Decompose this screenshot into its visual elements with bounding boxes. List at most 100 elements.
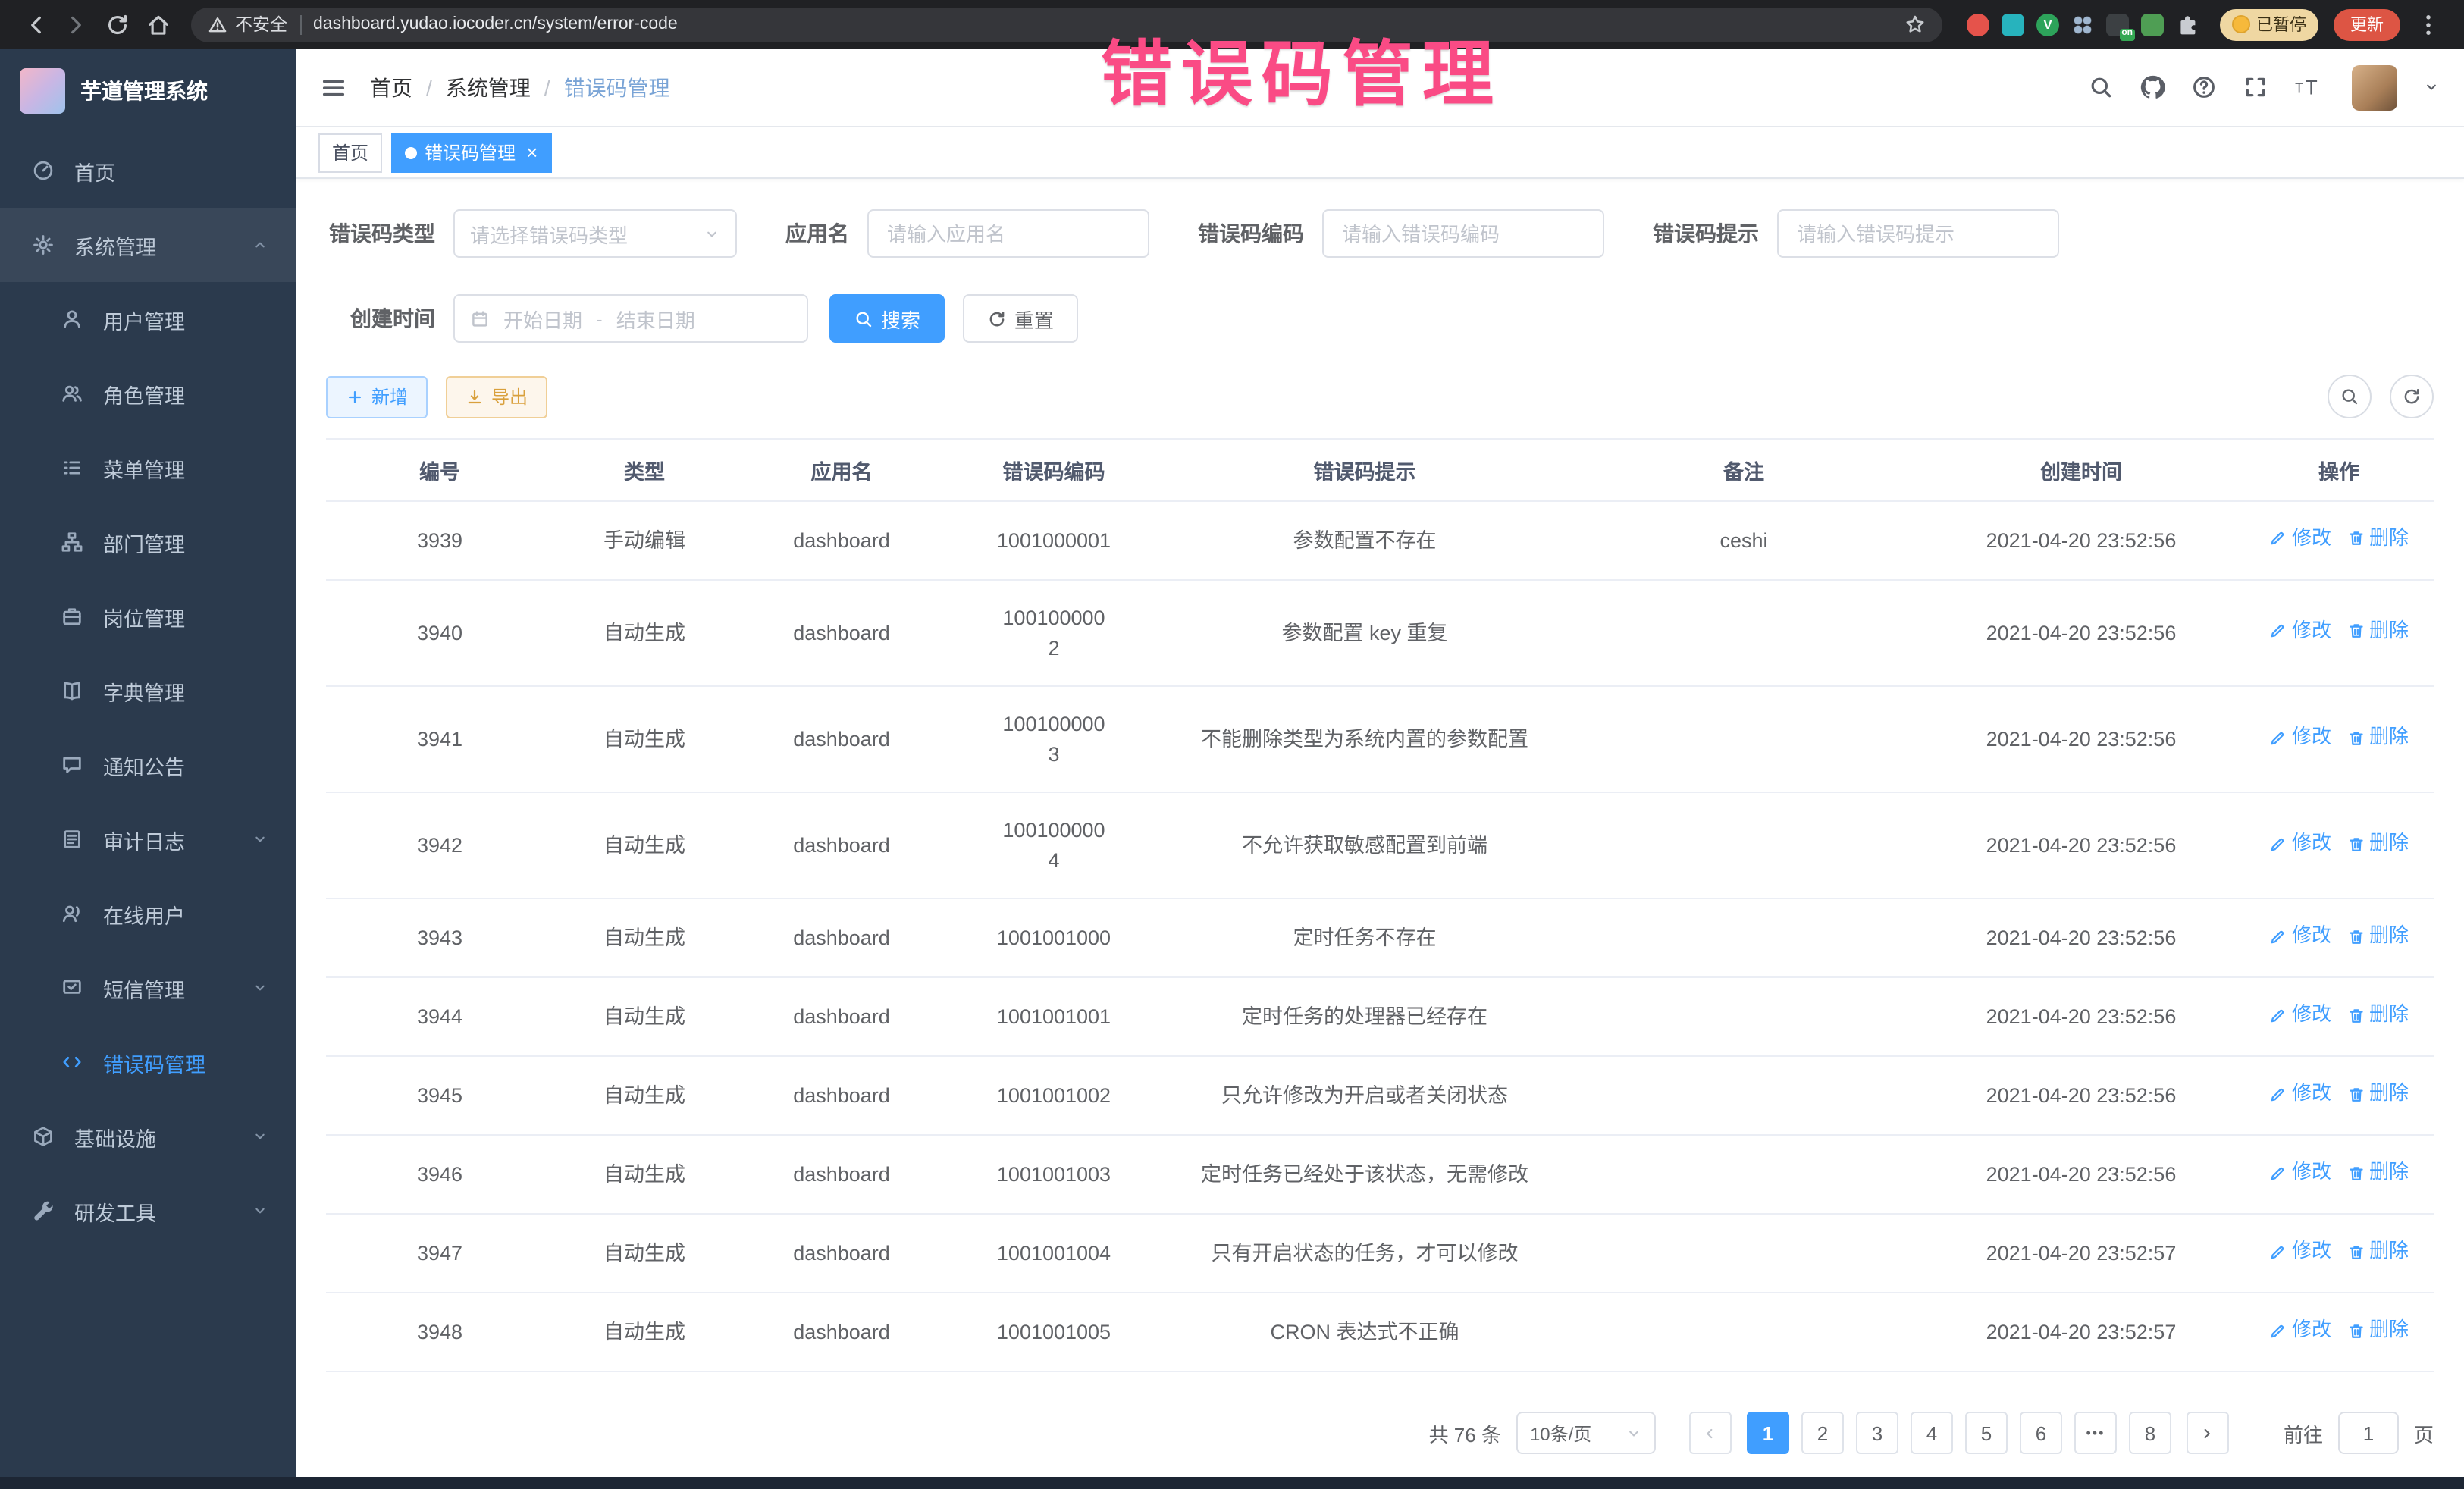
delete-link[interactable]: 删除 — [2346, 1238, 2409, 1267]
browser-forward-button[interactable] — [64, 11, 89, 37]
update-button[interactable]: 更新 — [2334, 8, 2400, 40]
browser-home-button[interactable] — [146, 11, 171, 37]
edit-link[interactable]: 修改 — [2269, 1080, 2331, 1109]
sidebar-item-dept-management[interactable]: 部门管理 — [0, 505, 296, 579]
edit-link[interactable]: 修改 — [2269, 617, 2331, 646]
edit-link[interactable]: 修改 — [2269, 525, 2331, 553]
page-button-2[interactable]: 2 — [1801, 1412, 1844, 1455]
delete-link[interactable]: 删除 — [2346, 723, 2409, 752]
user-avatar[interactable] — [2352, 64, 2397, 110]
edit-link[interactable]: 修改 — [2269, 830, 2331, 859]
prev-page-button[interactable] — [1689, 1412, 1732, 1455]
sidebar-item-post-management[interactable]: 岗位管理 — [0, 579, 296, 654]
delete-link[interactable]: 删除 — [2346, 1002, 2409, 1030]
sidebar-item-role-management[interactable]: 角色管理 — [0, 356, 296, 431]
extension-icon[interactable] — [2071, 13, 2094, 36]
font-size-icon[interactable]: TT — [2294, 74, 2320, 100]
extension-icon[interactable]: V — [2036, 13, 2059, 36]
tree-icon — [61, 531, 83, 553]
sidebar-item-notice-announcement[interactable]: 通知公告 — [0, 728, 296, 802]
sidebar-item-audit-log[interactable]: 审计日志 — [0, 802, 296, 876]
extension-icon[interactable] — [2002, 13, 2024, 36]
page-button-8[interactable]: 8 — [2129, 1412, 2171, 1455]
delete-link[interactable]: 删除 — [2346, 830, 2409, 859]
browser-back-button[interactable] — [23, 11, 49, 37]
sidebar-item-dev-tools[interactable]: 研发工具 — [0, 1174, 296, 1248]
breadcrumb-separator: / — [426, 75, 432, 99]
page-button-3[interactable]: 3 — [1856, 1412, 1898, 1455]
export-button[interactable]: 导出 — [446, 375, 547, 418]
edit-link[interactable]: 修改 — [2269, 1002, 2331, 1030]
page-button-4[interactable]: 4 — [1911, 1412, 1953, 1455]
edit-link[interactable]: 修改 — [2269, 723, 2331, 752]
browser-reload-button[interactable] — [105, 11, 130, 37]
logo[interactable]: 芋道管理系统 — [0, 49, 296, 133]
cell-code: 1001001003 — [948, 1136, 1160, 1215]
page-size-select[interactable]: 10条/页 — [1516, 1412, 1656, 1455]
refresh-table-button[interactable] — [2390, 375, 2434, 418]
table-row: 3945自动生成dashboard1001001002只允许修改为开启或者关闭状… — [326, 1057, 2434, 1136]
edit-link[interactable]: 修改 — [2269, 1159, 2331, 1188]
error-code-input[interactable] — [1322, 209, 1604, 258]
next-page-button[interactable] — [2187, 1412, 2229, 1455]
delete-link[interactable]: 删除 — [2346, 1317, 2409, 1346]
sidebar-item-online-user[interactable]: 在线用户 — [0, 876, 296, 951]
sidebar-item-sms-management[interactable]: 短信管理 — [0, 951, 296, 1025]
tag-home[interactable]: 首页 — [318, 133, 382, 172]
paused-badge[interactable]: 已暂停 — [2220, 8, 2318, 40]
page-more-button[interactable]: ••• — [2074, 1412, 2117, 1455]
sidebar-item-label: 首页 — [74, 155, 115, 186]
extensions-puzzle-icon[interactable] — [2176, 12, 2200, 36]
tag-error-code[interactable]: 错误码管理× — [391, 133, 551, 172]
breadcrumb-item[interactable]: 系统管理 — [446, 72, 531, 102]
user-icon — [61, 308, 83, 331]
delete-link[interactable]: 删除 — [2346, 923, 2409, 951]
extension-icon[interactable]: on — [2106, 13, 2129, 36]
page-button-1[interactable]: 1 — [1747, 1412, 1789, 1455]
extension-icon[interactable] — [2141, 13, 2164, 36]
reset-button[interactable]: 重置 — [963, 294, 1078, 343]
date-range-picker[interactable]: 开始日期 - 结束日期 — [453, 294, 808, 343]
header-search-icon[interactable] — [2088, 74, 2114, 100]
address-bar[interactable]: 不安全 dashboard.yudao.iocoder.cn/system/er… — [191, 7, 1942, 42]
error-type-select[interactable]: 请选择错误码类型 — [453, 209, 737, 258]
delete-link[interactable]: 删除 — [2346, 525, 2409, 553]
pencil-icon — [2269, 622, 2287, 641]
sidebar-item-infrastructure[interactable]: 基础设施 — [0, 1099, 296, 1174]
sidebar-item-menu-management[interactable]: 菜单管理 — [0, 431, 296, 505]
sidebar-item-system-management[interactable]: 系统管理 — [0, 208, 296, 282]
sidebar-item-user-management[interactable]: 用户管理 — [0, 282, 296, 356]
page-button-6[interactable]: 6 — [2020, 1412, 2062, 1455]
delete-link[interactable]: 删除 — [2346, 617, 2409, 646]
jump-page-input[interactable] — [2338, 1412, 2399, 1455]
cell-hint: 不允许获取敏感配置到前端 — [1160, 792, 1569, 898]
app-name-input[interactable] — [867, 209, 1149, 258]
edit-link[interactable]: 修改 — [2269, 1317, 2331, 1346]
cell-remark — [1569, 1215, 1918, 1293]
logo-image — [20, 68, 65, 114]
extension-icon[interactable] — [1967, 13, 1989, 36]
cell-remark — [1569, 686, 1918, 792]
page-button-5[interactable]: 5 — [1965, 1412, 2008, 1455]
sidebar-item-home[interactable]: 首页 — [0, 133, 296, 208]
help-icon[interactable] — [2191, 74, 2217, 100]
svg-text:T: T — [2295, 80, 2303, 96]
toggle-search-button[interactable] — [2328, 375, 2372, 418]
edit-link[interactable]: 修改 — [2269, 923, 2331, 951]
browser-menu-icon[interactable] — [2415, 11, 2441, 37]
tag-close-icon[interactable]: × — [526, 143, 538, 162]
fullscreen-icon[interactable] — [2243, 74, 2268, 100]
sidebar-item-error-code-management[interactable]: 错误码管理 — [0, 1025, 296, 1099]
search-button[interactable]: 搜索 — [829, 294, 945, 343]
delete-link[interactable]: 删除 — [2346, 1159, 2409, 1188]
delete-link[interactable]: 删除 — [2346, 1080, 2409, 1109]
avatar-caret-icon[interactable] — [2423, 79, 2440, 96]
edit-link[interactable]: 修改 — [2269, 1238, 2331, 1267]
error-hint-input[interactable] — [1777, 209, 2059, 258]
breadcrumb-item[interactable]: 首页 — [370, 72, 412, 102]
sidebar-item-dict-management[interactable]: 字典管理 — [0, 654, 296, 728]
sidebar-toggle-button[interactable] — [320, 74, 347, 101]
bookmark-star-icon[interactable] — [1904, 14, 1926, 35]
add-button[interactable]: 新增 — [326, 375, 428, 418]
github-icon[interactable] — [2140, 74, 2165, 100]
